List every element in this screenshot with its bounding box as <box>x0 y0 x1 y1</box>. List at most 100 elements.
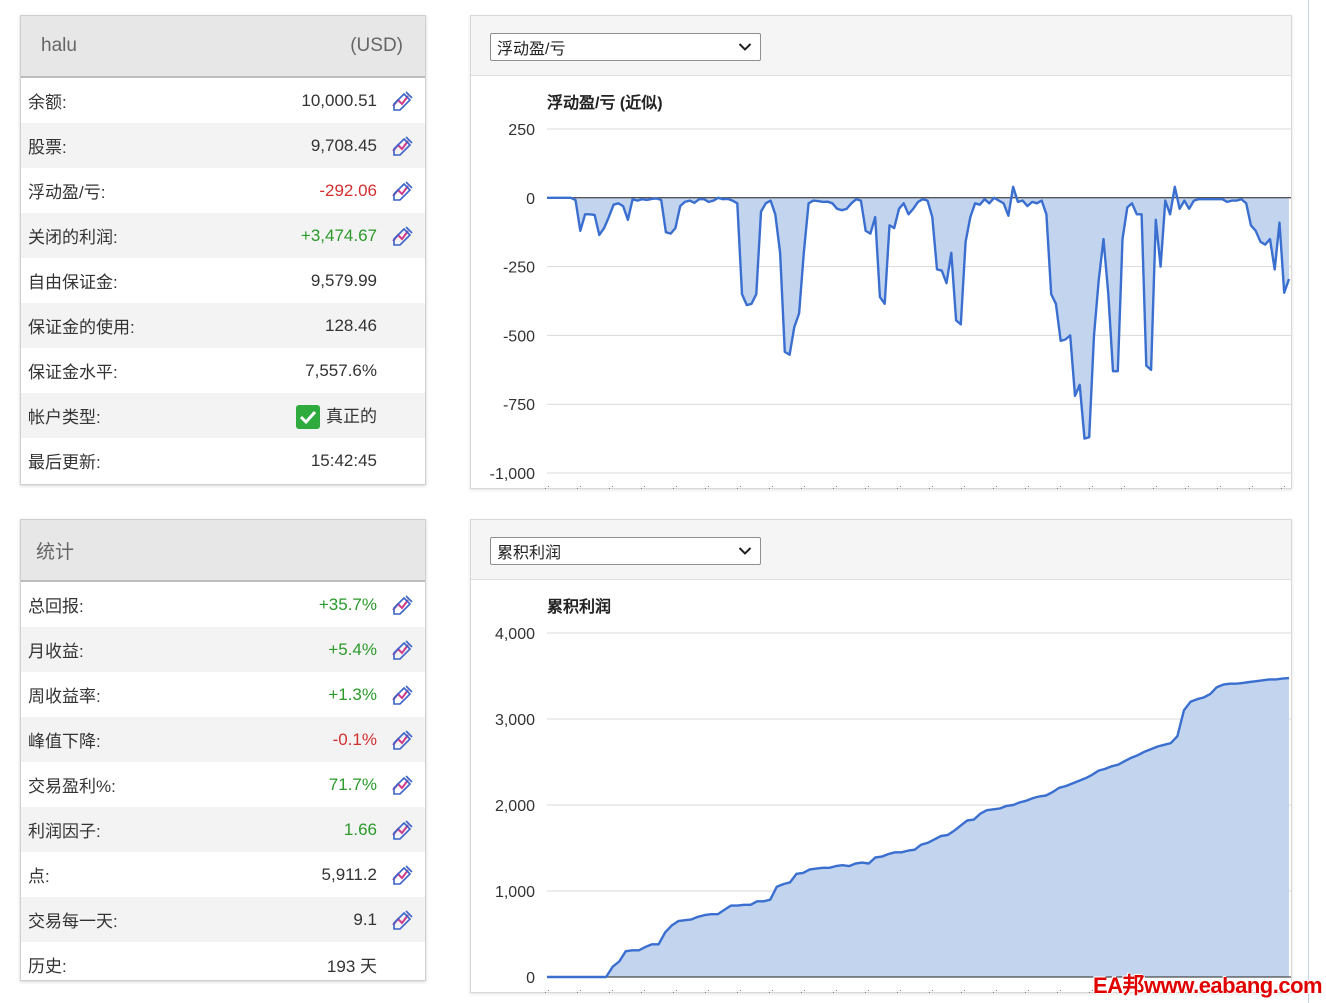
chart2-x-tick-label: .· <box>800 985 806 993</box>
chart-edit-icon[interactable] <box>391 225 413 246</box>
stats-row-value: 71.7% <box>328 774 377 794</box>
chart1-x-tick-label: .· <box>1152 481 1158 489</box>
account-row-label: 浮动盈/亏: <box>28 183 106 202</box>
chart1-x-tick-label: .· <box>992 481 998 489</box>
chart-edit-icon[interactable] <box>391 729 413 750</box>
account-row-icon-slot <box>379 303 425 348</box>
stats-row-icon-slot <box>379 582 425 627</box>
chart2-type-select[interactable]: 累积利润 <box>490 537 761 565</box>
account-row: 股票: 9,708.45 <box>21 123 425 168</box>
stats-row: 点: 5,911.2 <box>21 852 425 897</box>
account-row-value: 10,000.51 <box>301 90 377 110</box>
chart1-x-tick-label: .· <box>1184 481 1190 489</box>
chart1-x-tick-label: .· <box>576 481 582 489</box>
account-row-value: 9,579.99 <box>310 270 377 290</box>
floating-pl-chart: 250 0 -250 -500 -750 -1,000 .· .· .· .· .· .· .· .· .·… <box>490 122 1291 489</box>
chart1-y-tick-label: 250 <box>508 122 535 139</box>
stats-row: 利润因子: 1.66 <box>21 807 425 852</box>
chart1-x-tick-label: .· <box>800 481 806 489</box>
chart1-y-tick-label: -1,000 <box>490 466 535 483</box>
account-currency: (USD) <box>350 35 403 56</box>
chart1-x-tick-label: .· <box>1248 481 1254 489</box>
stats-row-label: 交易盈利%: <box>28 777 116 796</box>
chart2-x-tick-label: .· <box>1024 985 1030 993</box>
chevron-down-icon <box>738 43 752 51</box>
stats-row-value: +35.7% <box>318 594 377 614</box>
account-row-icon-slot <box>379 168 425 213</box>
chart2-select-value: 累积利润 <box>497 545 562 562</box>
stats-row-value: -0.1% <box>332 729 377 749</box>
chart1-x-tick-label: .· <box>1088 481 1094 489</box>
stats-row: 历史: 193 天 <box>21 942 425 987</box>
chart-edit-icon[interactable] <box>391 180 413 201</box>
account-row-label: 保证金水平: <box>28 363 118 382</box>
chart2-x-tick-label: .· <box>992 985 998 993</box>
chart1-x-tick-label: .· <box>832 481 838 489</box>
stats-row: 交易盈利%: 71.7% <box>21 762 425 807</box>
account-row-value: 128.46 <box>325 315 377 335</box>
stats-row-label: 总回报: <box>28 597 84 616</box>
chart1-x-tick-label: .· <box>704 481 710 489</box>
stats-panel: 统计 总回报: +35.7% 月收益: +5.4% 周收益率: +1.3% 峰值下降: -0.… <box>20 519 426 981</box>
account-row-value: 9,708.45 <box>310 135 377 155</box>
stats-row-label: 点: <box>28 867 50 886</box>
account-type-text: 真正的 <box>326 406 377 426</box>
chart2-x-tick-label: .· <box>608 985 614 993</box>
chart1-type-select[interactable]: 浮动盈/亏 <box>490 33 761 61</box>
account-row-value: +3,474.67 <box>300 225 377 245</box>
chart-edit-icon[interactable] <box>391 864 413 885</box>
chart1-select-value: 浮动盈/亏 <box>497 41 566 58</box>
chart1-x-tick-label: .· <box>1280 481 1286 489</box>
chart-edit-icon[interactable] <box>391 819 413 840</box>
chart-edit-icon[interactable] <box>391 684 413 705</box>
account-row-value: 真正的 <box>159 402 379 430</box>
account-row: 保证金的使用: 128.46 <box>21 303 425 348</box>
chart1-x-tick-label: .· <box>1056 481 1062 489</box>
chart2-x-tick-label: .· <box>832 985 838 993</box>
account-row: 浮动盈/亏: -292.06 <box>21 168 425 213</box>
chart-edit-icon[interactable] <box>391 594 413 615</box>
chart-edit-icon[interactable] <box>391 639 413 660</box>
chart2-x-tick-label: .· <box>864 985 870 993</box>
account-row-label: 自由保证金: <box>28 273 118 292</box>
stats-row-icon-slot <box>379 807 425 852</box>
chart2-y-tick-label: 1,000 <box>495 884 535 901</box>
account-row: 帐户类型: 真正的 <box>21 393 425 438</box>
chart1-y-tick-label: -750 <box>503 397 535 414</box>
stats-title: 统计 <box>36 541 75 563</box>
account-row-icon-slot <box>379 348 425 393</box>
account-row: 自由保证金: 9,579.99 <box>21 258 425 303</box>
stats-row-icon-slot <box>379 942 425 987</box>
chart2-y-tick-label: 0 <box>526 970 535 987</box>
chart2-x-tick-label: .· <box>640 985 646 993</box>
chart1-area-fill <box>547 186 1289 439</box>
account-row-icon-slot <box>379 78 425 123</box>
chart-edit-icon[interactable] <box>391 774 413 795</box>
chart1-x-tick-label: .· <box>768 481 774 489</box>
stats-row-icon-slot <box>379 672 425 717</box>
account-header: halu (USD) <box>21 16 425 78</box>
stats-row-value: 1.66 <box>343 819 377 839</box>
chart2-header: 累积利润 <box>471 520 1291 580</box>
chart1-y-tick-label: 0 <box>526 191 535 208</box>
chart-edit-icon[interactable] <box>391 90 413 111</box>
account-row: 关闭的利润: +3,474.67 <box>21 213 425 258</box>
chart1-x-tick-label: .· <box>736 481 742 489</box>
chart-edit-icon[interactable] <box>391 135 413 156</box>
chart1-x-tick-label: .· <box>864 481 870 489</box>
stats-row: 周收益率: +1.3% <box>21 672 425 717</box>
right-edge-border <box>1308 0 1309 1003</box>
chart2-x-tick-label: .· <box>960 985 966 993</box>
chart2-x-tick-label: .· <box>896 985 902 993</box>
account-row-icon-slot <box>379 438 425 483</box>
chart-edit-icon[interactable] <box>391 909 413 930</box>
chart2-x-tick-label: .· <box>544 985 550 993</box>
chart2-x-tick-label: .· <box>576 985 582 993</box>
stats-row: 总回报: +35.7% <box>21 582 425 627</box>
account-row: 保证金水平: 7,557.6% <box>21 348 425 393</box>
watermark-text: EA邦www.eabang.com <box>1093 973 1323 998</box>
stats-header: 统计 <box>21 520 425 582</box>
stats-row-label: 周收益率: <box>28 687 101 706</box>
chart1-x-tick-label: .· <box>1216 481 1222 489</box>
stats-rows: 总回报: +35.7% 月收益: +5.4% 周收益率: +1.3% 峰值下降: -0.1% 交… <box>21 582 425 987</box>
